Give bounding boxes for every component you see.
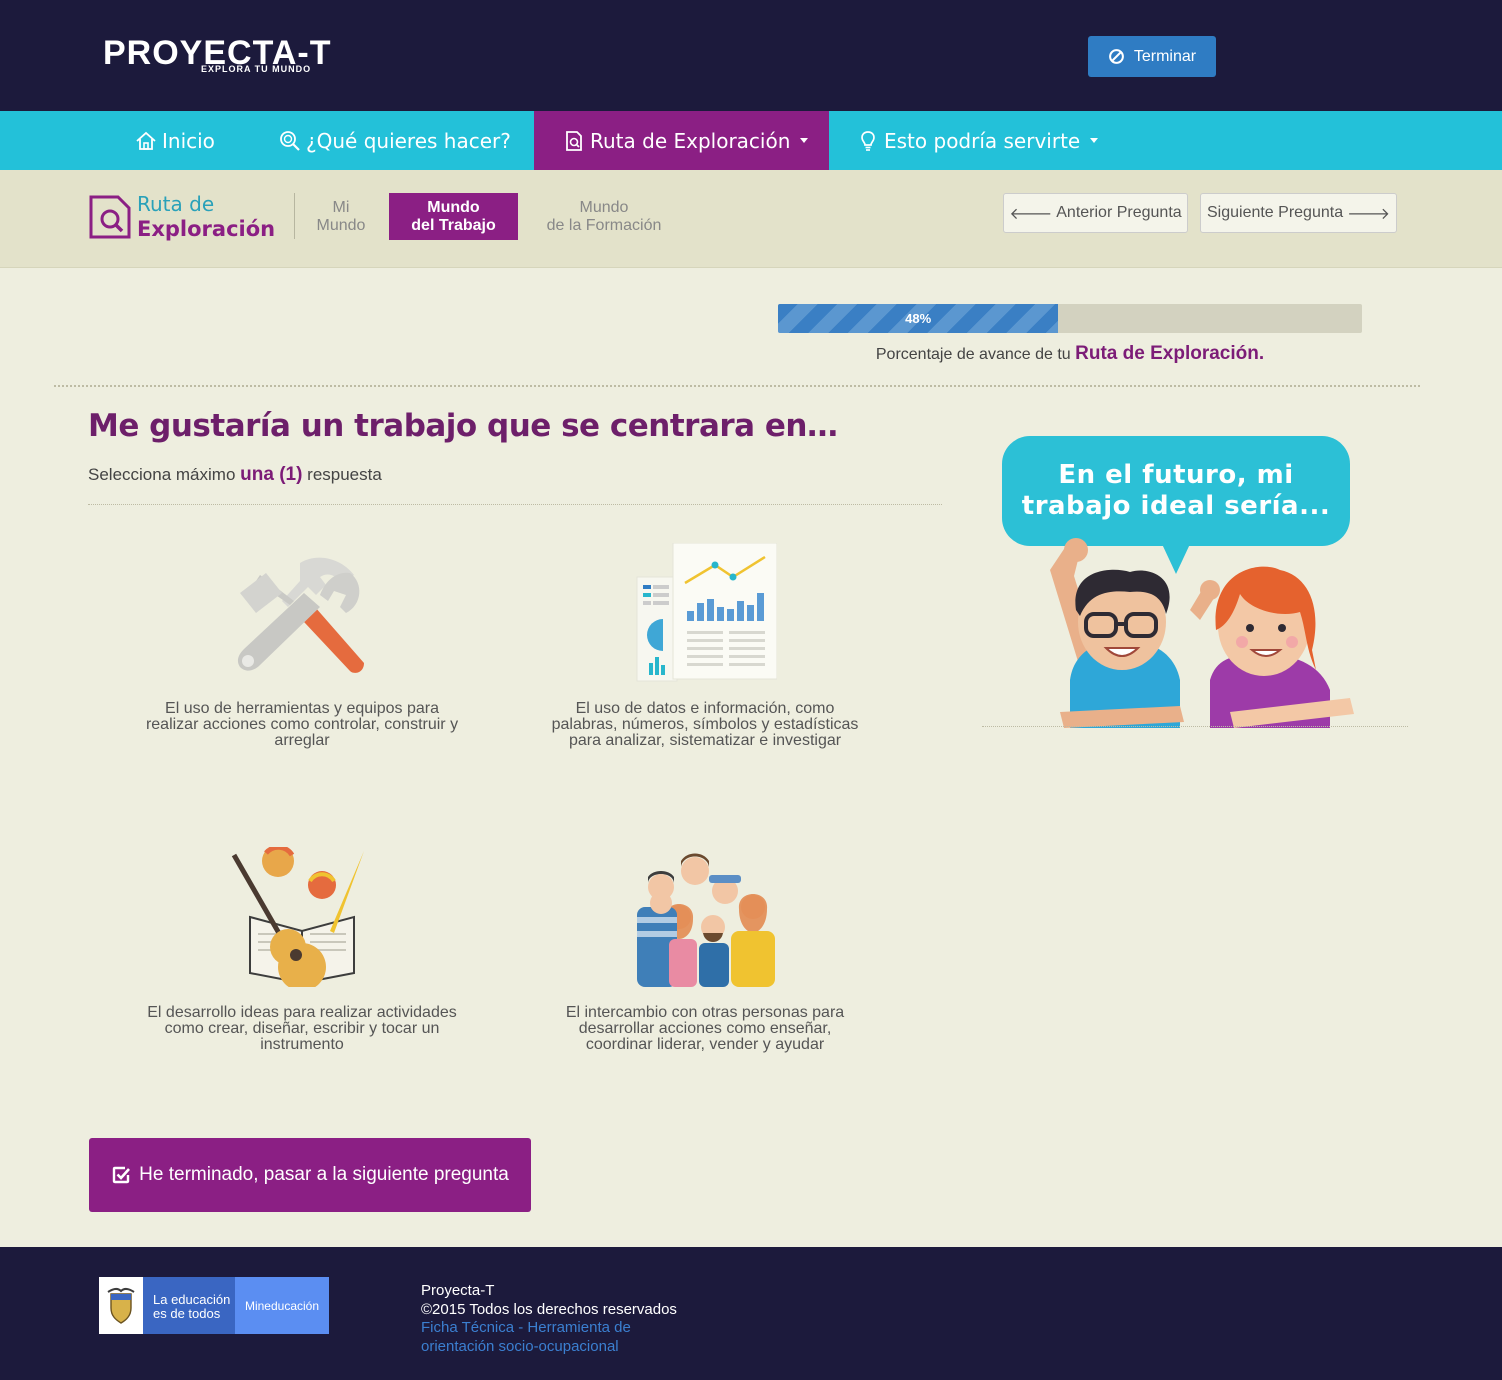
brand-line-1: Ruta de [137, 192, 215, 216]
brand-line-2: Exploración [137, 217, 276, 241]
caption-line: El desarrollo ideas para realizar activi… [147, 1004, 457, 1021]
arrow-right-icon: 🡒 [1347, 205, 1390, 223]
nav-label: ¿Qué quieres hacer? [306, 128, 511, 153]
progress-label: 48% [905, 311, 932, 326]
bubble-line-1: En el futuro, mi [1058, 460, 1294, 490]
progress-fill: 48% [778, 304, 1059, 333]
caption-line: desarrollar acciones como enseñar, [578, 1020, 832, 1037]
instructions-prefix: Selecciona máximo [88, 465, 236, 484]
header: PROYECTA-T EXPLORA TU MUNDO Terminar [0, 0, 1502, 111]
mineducacion-label: Mineducación [235, 1277, 329, 1334]
step-line-1: Mi [332, 198, 350, 216]
siguiente-pregunta-button[interactable]: Siguiente Pregunta 🡒 [1200, 193, 1397, 233]
chevron-down-icon [800, 138, 809, 143]
terminar-button[interactable]: Terminar [1088, 36, 1216, 77]
logo-tagline: EXPLORA TU MUNDO [201, 64, 312, 74]
instructions-suffix: respuesta [307, 465, 382, 484]
coat-of-arms-icon [99, 1277, 143, 1334]
caption-line: arreglar [274, 732, 330, 749]
home-icon [136, 131, 156, 150]
search-icon [280, 130, 300, 151]
footer-text: Proyecta-T ©2015 Todos los derechos rese… [421, 1282, 677, 1356]
terminar-label: Terminar [1133, 47, 1197, 65]
step-mundo-del-trabajo[interactable]: Mundo del Trabajo [389, 193, 518, 240]
dotted-divider [88, 504, 942, 505]
caption-line: El uso de herramientas y equipos para [165, 700, 439, 717]
option-caption: El intercambio con otras personas para d… [515, 1005, 895, 1053]
progress-caption-bold: Ruta de Exploración. [1075, 343, 1265, 364]
ruta-de-exploracion-brand: Ruta de Exploración [88, 192, 275, 242]
main-nav: Inicio ¿Qué quieres hacer? Ruta de Explo… [0, 111, 1502, 170]
instructions-bold: una (1) [240, 464, 303, 485]
question-title: Me gustaría un trabajo que se centrara e… [88, 408, 838, 444]
option-caption: El uso de datos e información, como pala… [515, 701, 895, 749]
dotted-divider [982, 726, 1408, 727]
caption-line: El uso de datos e información, como [575, 700, 835, 717]
bubble-line-2: trabajo ideal sería... [1021, 491, 1331, 521]
step-mundo-de-la-formacion[interactable]: Mundo de la Formación [530, 193, 678, 240]
link-line-2: orientación socio-ocupacional [421, 1337, 619, 1355]
step-line-1: Mundo [579, 198, 629, 216]
step-line-2: del Trabajo [411, 216, 496, 234]
chevron-down-icon [1090, 138, 1099, 143]
anterior-pregunta-button[interactable]: 🡐 Anterior Pregunta [1003, 193, 1188, 233]
caption-line: instrumento [260, 1036, 344, 1053]
kids-illustration [1050, 538, 1354, 728]
finish-question-button[interactable]: He terminado, pasar a la siguiente pregu… [89, 1138, 531, 1212]
nav-label: Esto podría servirte [884, 128, 1081, 153]
step-line-1: Mundo [427, 198, 480, 216]
progress-bar: 48% [778, 304, 1362, 333]
data-charts-icon [636, 543, 777, 682]
siguiente-label: Siguiente Pregunta [1206, 204, 1344, 221]
option-herramientas[interactable]: El uso de herramientas y equipos para re… [112, 543, 492, 753]
anterior-label: Anterior Pregunta [1056, 204, 1182, 221]
step-mi-mundo[interactable]: Mi Mundo [306, 193, 376, 240]
document-search-icon [89, 195, 131, 239]
caption-line: coordinar liderar, vender y ayudar [585, 1036, 825, 1053]
nav-item-ruta-de-exploracion[interactable]: Ruta de Exploración [534, 111, 829, 170]
check-square-icon [112, 1166, 131, 1184]
footer-copyright: ©2015 Todos los derechos reservados [421, 1300, 677, 1318]
link-line-1: Ficha Técnica - Herramienta de [421, 1319, 631, 1336]
footer-brand: Proyecta-T [421, 1282, 495, 1299]
dotted-divider [54, 385, 1420, 387]
nav-item-que-quieres-hacer[interactable]: ¿Qué quieres hacer? [278, 111, 518, 170]
nav-label: Ruta de Exploración [590, 128, 791, 153]
option-caption: El desarrollo ideas para realizar activi… [112, 1005, 492, 1053]
question-instructions: Selecciona máximo una (1) respuesta [88, 464, 382, 486]
step-line-2: de la Formación [546, 216, 662, 234]
lightbulb-icon [861, 130, 875, 151]
proyecta-t-logo[interactable]: PROYECTA-T EXPLORA TU MUNDO [103, 34, 365, 78]
arrow-left-icon: 🡐 [1009, 205, 1053, 223]
caption-line: El intercambio con otras personas para [565, 1004, 845, 1021]
option-desarrollo-ideas[interactable]: El desarrollo ideas para realizar activi… [112, 847, 492, 1057]
caption-line: para analizar, sistematizar e investigar [568, 732, 842, 749]
tools-icon [237, 557, 364, 673]
document-search-icon [566, 130, 582, 151]
nav-item-inicio[interactable]: Inicio [134, 111, 234, 170]
progress-caption: Porcentaje de avance de tu Ruta de Explo… [778, 343, 1362, 365]
option-datos-informacion[interactable]: El uso de datos e información, como pala… [515, 543, 895, 753]
edu-line-2: es de todos [153, 1306, 221, 1321]
step-line-2: Mundo [316, 216, 366, 234]
caption-line: palabras, números, símbolos y estadístic… [551, 716, 859, 733]
caption-line: como crear, diseñar, escribir y tocar un [164, 1020, 440, 1037]
arts-guitar-icon [231, 847, 364, 987]
ban-icon [1108, 49, 1124, 64]
edu-line-1: La educación [153, 1292, 231, 1307]
option-caption: El uso de herramientas y equipos para re… [112, 701, 492, 749]
mineducacion-logo[interactable]: La educación es de todos Mineducación [99, 1277, 329, 1334]
nav-item-esto-podria-servirte[interactable]: Esto podría servirte [856, 111, 1101, 170]
people-group-icon [637, 853, 775, 987]
finish-label: He terminado, pasar a la siguiente pregu… [139, 1164, 509, 1185]
nav-label: Inicio [162, 128, 215, 153]
ficha-tecnica-link[interactable]: Ficha Técnica - Herramienta de orientaci… [421, 1319, 677, 1356]
progress-caption-prefix: Porcentaje de avance de tu [875, 346, 1071, 363]
option-intercambio-personas[interactable]: El intercambio con otras personas para d… [515, 847, 895, 1057]
divider [294, 193, 295, 239]
caption-line: realizar acciones como controlar, constr… [145, 716, 459, 733]
